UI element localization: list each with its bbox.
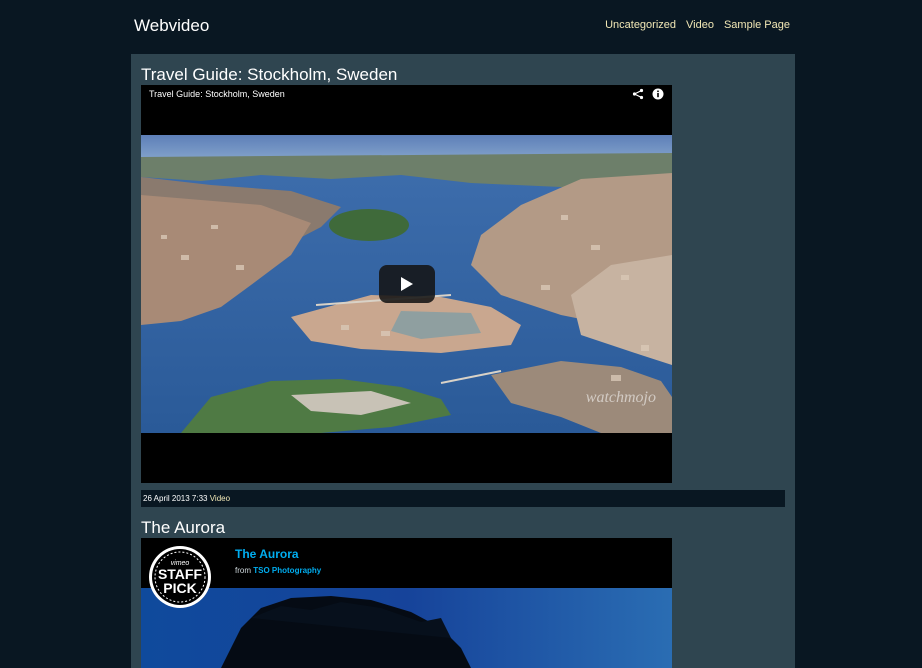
video-thumbnail[interactable] [141,588,672,668]
share-icon[interactable] [632,88,644,100]
video-overlay-title[interactable]: Travel Guide: Stockholm, Sweden [149,89,285,99]
byline-from: from [235,566,251,575]
author-link[interactable]: TSO Photography [253,566,321,575]
info-icon[interactable] [652,88,664,100]
play-icon [401,277,413,291]
play-button[interactable] [379,265,435,303]
nav-link-video[interactable]: Video [686,19,714,31]
staff-pick-badge-icon: vimeo STAFF PICK [149,546,211,608]
badge-pick-text: PICK [163,580,196,596]
video-byline: from TSO Photography [232,565,325,576]
video-title-link[interactable]: The Aurora [232,546,302,562]
site-title[interactable]: Webvideo [134,16,209,36]
post-category[interactable]: Video [210,494,230,503]
main-nav: Uncategorized Video Sample Page [605,19,790,31]
video-actions [632,88,664,100]
site-header: Webvideo Uncategorized Video Sample Page [0,0,922,54]
main-content: Travel Guide: Stockholm, Sweden Travel G… [131,54,795,668]
post-title[interactable]: Travel Guide: Stockholm, Sweden [141,65,397,85]
video-thumbnail[interactable]: watchmojo [141,135,672,433]
post-date[interactable]: 26 April 2013 7:33 [143,494,208,503]
post-title[interactable]: The Aurora [141,518,225,538]
video-watermark: watchmojo [585,389,656,406]
post-meta: 26 April 2013 7:33 Video [141,490,785,507]
aurora-image [141,588,672,668]
nav-link-uncategorized[interactable]: Uncategorized [605,19,676,31]
nav-link-sample-page[interactable]: Sample Page [724,19,790,31]
video-player[interactable]: vimeo STAFF PICK The Aurora from TSO Pho… [141,538,672,668]
video-player[interactable]: Travel Guide: Stockholm, Sweden watchmoj… [141,85,672,483]
